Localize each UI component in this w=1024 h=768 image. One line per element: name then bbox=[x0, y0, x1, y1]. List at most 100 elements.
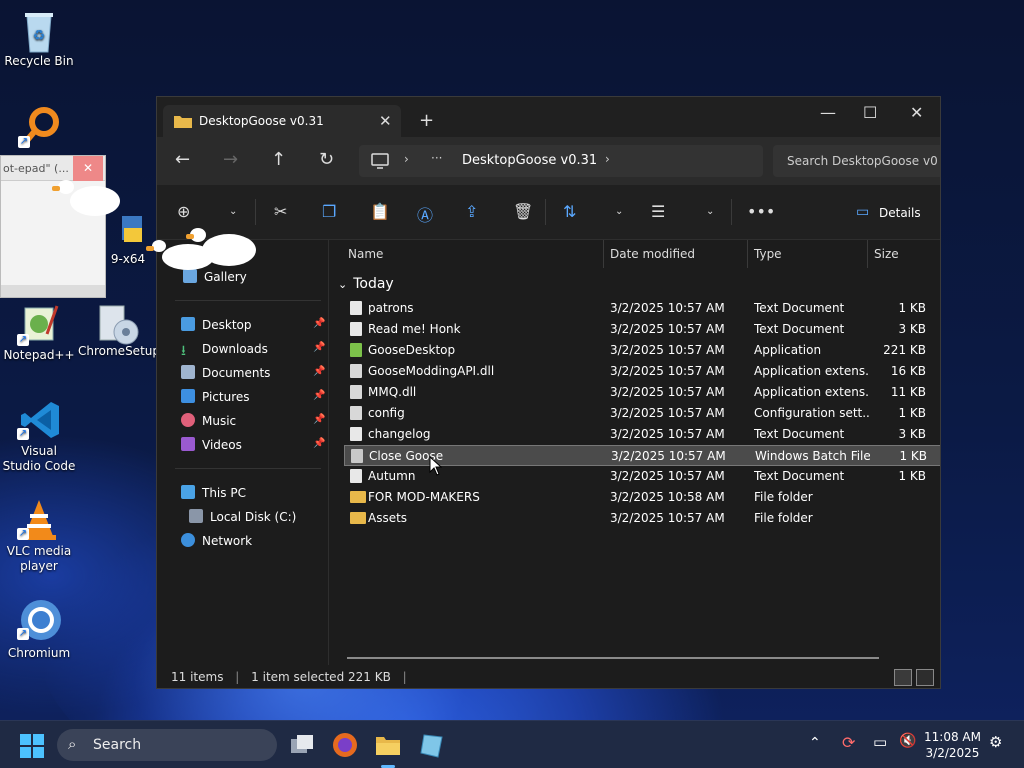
search-input[interactable]: Search DesktopGoose v0 bbox=[773, 145, 940, 177]
sidebar-item-downloads[interactable]: ⭳ Downloads bbox=[181, 338, 268, 360]
sidebar-item-network[interactable]: Network bbox=[181, 530, 252, 552]
sidebar-item-label: Videos bbox=[202, 438, 242, 452]
network-tray-icon[interactable]: ▭ bbox=[873, 733, 887, 751]
horizontal-scrollbar[interactable] bbox=[347, 657, 879, 659]
back-arrow-icon[interactable]: ← bbox=[175, 149, 190, 170]
desktop-icon-vlc[interactable]: ↗ VLC media player bbox=[1, 498, 77, 574]
file-size: 1 KB bbox=[898, 469, 926, 483]
task-view-icon[interactable] bbox=[288, 731, 316, 759]
desktop-icon-label: Visual Studio Code bbox=[2, 444, 76, 473]
notepad-taskbar-icon[interactable] bbox=[418, 731, 446, 759]
desktop-icon-vscode[interactable]: ↗ Visual Studio Code bbox=[1, 398, 77, 474]
rename-icon[interactable]: Ⓐ bbox=[417, 202, 433, 226]
file-date: 3/2/2025 10:57 AM bbox=[610, 385, 725, 399]
pin-icon[interactable]: 📌 bbox=[313, 438, 325, 449]
sidebar-item-local-disk[interactable]: Local Disk (C:) bbox=[189, 506, 296, 528]
maximize-button[interactable]: ☐ bbox=[863, 103, 877, 122]
update-sync-icon[interactable]: ⟳ bbox=[842, 733, 855, 752]
column-header-size[interactable]: Size bbox=[868, 240, 940, 268]
taskbar-search[interactable]: ⌕ Search bbox=[57, 729, 277, 761]
file-row[interactable]: GooseModdingAPI.dll 3/2/2025 10:57 AM Appl… bbox=[344, 361, 940, 382]
details-view-button[interactable] bbox=[894, 669, 912, 686]
chrome-setup-icon bbox=[96, 300, 139, 345]
paste-icon[interactable]: 📋 bbox=[370, 202, 390, 221]
chevron-down-icon[interactable]: ⌄ bbox=[615, 206, 623, 217]
file-row[interactable]: GooseDesktop 3/2/2025 10:57 AM Application… bbox=[344, 340, 940, 361]
tab-close-icon[interactable]: ✕ bbox=[379, 112, 392, 130]
file-row[interactable]: Assets 3/2/2025 10:57 AM File folder bbox=[344, 508, 940, 529]
file-size: 221 KB bbox=[883, 343, 926, 357]
windows-start-icon[interactable] bbox=[20, 734, 44, 758]
navigation-pane: Gallery Desktop ⭳ Downloads Documents Pic… bbox=[157, 240, 329, 665]
more-crumbs-icon[interactable]: ··· bbox=[431, 151, 442, 165]
pin-icon[interactable]: 📌 bbox=[313, 390, 325, 401]
pin-icon[interactable]: 📌 bbox=[313, 414, 325, 425]
file-date: 3/2/2025 10:57 AM bbox=[610, 322, 725, 336]
text-file-icon bbox=[350, 427, 362, 441]
column-header-name[interactable]: Name bbox=[342, 240, 604, 268]
file-row[interactable]: FOR MOD-MAKERS 3/2/2025 10:58 AM File fold… bbox=[344, 487, 940, 508]
desktop-icon-chromium[interactable]: ↗ Chromium bbox=[1, 598, 77, 661]
sidebar-item-documents[interactable]: Documents bbox=[181, 362, 270, 384]
notepad-window-fragment[interactable]: ot-epad" (... ✕ bbox=[0, 155, 106, 298]
group-label: Today bbox=[353, 276, 394, 292]
notification-icon[interactable]: ⚙ bbox=[989, 733, 1002, 751]
file-row[interactable]: MMQ.dll 3/2/2025 10:57 AM Application exte… bbox=[344, 382, 940, 403]
forward-arrow-icon[interactable]: → bbox=[223, 149, 238, 170]
desktop-icon-notepad-plus-plus[interactable]: ↗ Notepad++ bbox=[1, 304, 77, 363]
pin-icon[interactable]: 📌 bbox=[313, 318, 325, 329]
file-row[interactable]: patrons 3/2/2025 10:57 AM Text Document 1 K… bbox=[344, 298, 940, 319]
file-explorer-window[interactable]: DesktopGoose v0.31 ✕ + — ☐ ✕ ← → ↑ ↻ › ·… bbox=[156, 96, 941, 689]
close-window-button[interactable]: ✕ bbox=[910, 103, 923, 122]
sidebar-item-pictures[interactable]: Pictures bbox=[181, 386, 250, 408]
desktop-icon-unknown-app[interactable]: ↗ bbox=[2, 106, 78, 150]
system-clock[interactable]: 11:08 AM 3/2/2025 bbox=[924, 729, 981, 761]
sidebar-item-this-pc[interactable]: This PC bbox=[181, 482, 246, 504]
up-arrow-icon[interactable]: ↑ bbox=[271, 149, 286, 170]
sidebar-item-videos[interactable]: Videos bbox=[181, 434, 242, 456]
file-type: Text Document bbox=[754, 322, 845, 336]
chevron-down-icon[interactable]: ⌄ bbox=[229, 206, 237, 217]
sidebar-item-music[interactable]: Music bbox=[181, 410, 236, 432]
tiles-view-button[interactable] bbox=[916, 669, 934, 686]
sort-icon[interactable]: ⇅ bbox=[563, 202, 576, 221]
new-tab-button[interactable]: + bbox=[419, 110, 434, 131]
goose-sprite[interactable] bbox=[52, 178, 122, 222]
goose-sprite[interactable] bbox=[146, 240, 216, 274]
breadcrumb-current[interactable]: DesktopGoose v0.31 bbox=[462, 153, 597, 168]
pin-icon[interactable]: 📌 bbox=[313, 342, 325, 353]
chevron-up-icon[interactable]: ⌃ bbox=[809, 735, 821, 751]
view-icon[interactable]: ☰ bbox=[651, 202, 665, 221]
item-count: 11 items bbox=[171, 670, 224, 684]
copy-icon[interactable]: ❐ bbox=[322, 202, 336, 221]
details-pane-icon[interactable]: ▭ bbox=[856, 204, 869, 220]
dll-file-icon bbox=[350, 385, 362, 399]
desktop-icon-chrome-setup[interactable]: ChromeSetup bbox=[78, 300, 160, 359]
file-row[interactable]: config 3/2/2025 10:57 AM Configuration set… bbox=[344, 403, 940, 424]
file-size: 16 KB bbox=[890, 364, 926, 378]
more-options-icon[interactable]: ••• bbox=[747, 202, 775, 221]
firefox-icon[interactable] bbox=[331, 731, 359, 759]
new-plus-icon[interactable]: ⊕ bbox=[177, 202, 190, 221]
desktop-icon-recycle-bin[interactable]: ♻ Recycle Bin bbox=[1, 8, 77, 69]
pin-icon[interactable]: 📌 bbox=[313, 366, 325, 377]
minimize-button[interactable]: — bbox=[820, 103, 836, 122]
file-explorer-taskbar-icon[interactable] bbox=[374, 731, 402, 759]
file-row[interactable]: changelog 3/2/2025 10:57 AM Text Document 3… bbox=[344, 424, 940, 445]
sidebar-item-desktop[interactable]: Desktop bbox=[181, 314, 252, 336]
tab-desktopgoose[interactable]: DesktopGoose v0.31 ✕ bbox=[163, 105, 401, 137]
address-bar[interactable]: › ··· DesktopGoose v0.31 › bbox=[359, 145, 763, 177]
volume-muted-icon[interactable]: 🔇 bbox=[899, 733, 916, 749]
refresh-icon[interactable]: ↻ bbox=[319, 149, 334, 170]
column-header-type[interactable]: Type bbox=[748, 240, 868, 268]
share-icon[interactable]: ⇪ bbox=[465, 202, 478, 221]
column-header-date[interactable]: Date modified bbox=[604, 240, 748, 268]
details-button[interactable]: Details bbox=[879, 206, 921, 220]
delete-icon[interactable]: 🗑 bbox=[513, 202, 533, 221]
file-type: Application extens... bbox=[754, 385, 869, 399]
chevron-right-icon[interactable]: › bbox=[605, 152, 610, 166]
group-header[interactable]: ⌄ Today bbox=[338, 276, 394, 292]
cut-icon[interactable]: ✂ bbox=[274, 202, 287, 221]
file-row[interactable]: Read me! Honk 3/2/2025 10:57 AM Text Docum… bbox=[344, 319, 940, 340]
chevron-down-icon[interactable]: ⌄ bbox=[706, 206, 714, 217]
